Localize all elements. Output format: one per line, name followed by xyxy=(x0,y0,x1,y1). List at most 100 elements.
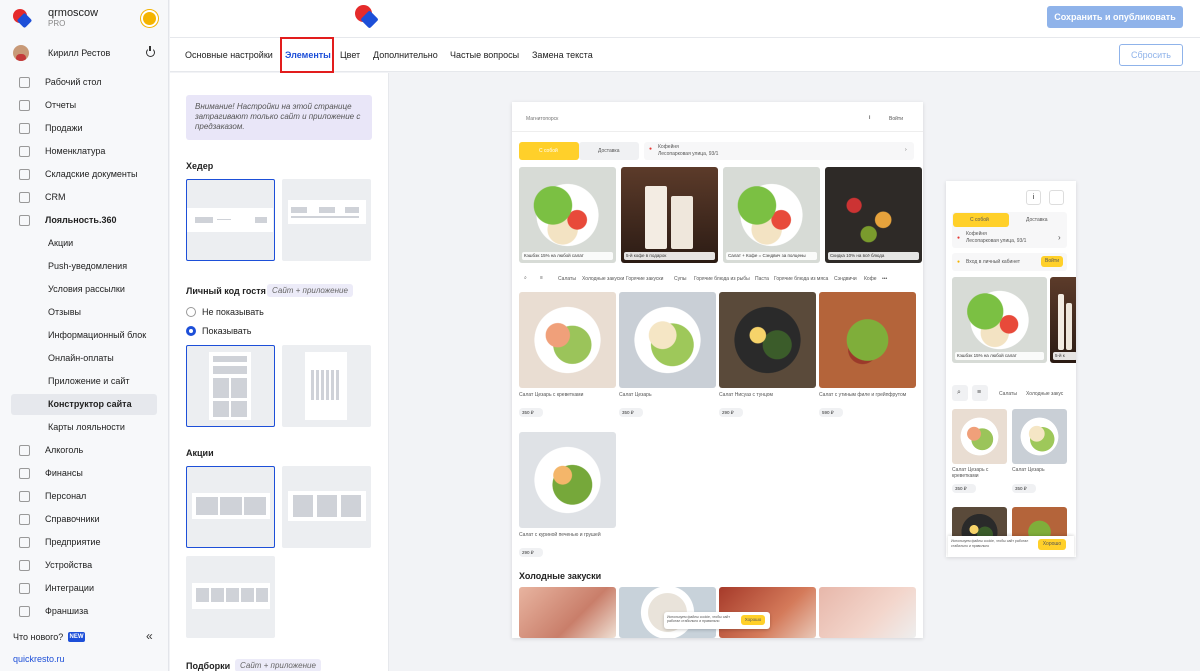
product-image[interactable] xyxy=(519,292,616,388)
sidebar-subitem-loyalty-cards[interactable]: Карты лояльности xyxy=(11,417,157,438)
header-option-2[interactable] xyxy=(282,179,371,261)
cart-icon xyxy=(19,123,30,134)
cookie-ok-button[interactable]: Хорошо xyxy=(1038,539,1066,550)
product-price[interactable]: 290 ₽ xyxy=(519,548,543,557)
sidebar-subitem-site-builder[interactable]: Конструктор сайта xyxy=(11,394,157,415)
promo-card[interactable]: Скидка 10% на всё блюда xyxy=(825,167,922,263)
sidebar-item-alcohol[interactable]: Алкоголь xyxy=(11,440,157,461)
promo-card[interactable]: 5-й кофе в подарок xyxy=(621,167,718,263)
header-option-logo xyxy=(291,207,307,213)
category-tab[interactable]: Холодные закуски xyxy=(582,276,624,282)
user-icon[interactable] xyxy=(1049,190,1064,205)
sidebar-item-label: Номенклатура xyxy=(45,146,106,156)
sidebar-item-sales[interactable]: Продажи xyxy=(11,118,157,139)
promos-option-2[interactable] xyxy=(282,466,371,548)
radio-hide[interactable] xyxy=(186,307,196,317)
mobile-login-button[interactable]: Войти xyxy=(1041,256,1063,267)
sidebar-item-nomenclature[interactable]: Номенклатура xyxy=(11,141,157,162)
category-tab[interactable]: Паста xyxy=(755,276,769,282)
product-price[interactable]: 350 ₽ xyxy=(619,408,643,417)
category-tab[interactable]: Холодные закус xyxy=(1026,391,1063,397)
sidebar-subitem-promos[interactable]: Акции xyxy=(11,233,157,254)
reset-button[interactable]: Сбросить xyxy=(1119,44,1183,66)
sidebar-item-warehouse[interactable]: Складские документы xyxy=(11,164,157,185)
tab-additional[interactable]: Дополнительно xyxy=(373,50,438,60)
sidebar-item-franchise[interactable]: Франшиза xyxy=(11,601,157,622)
whats-new-link[interactable]: Что нового? xyxy=(13,632,63,642)
guest-code-option-2[interactable] xyxy=(282,345,371,427)
category-tab[interactable]: Горячие блюда из мяса xyxy=(774,276,828,282)
promo-card[interactable]: Кэшбэк 15% на любой салат xyxy=(952,277,1047,363)
sidebar-item-label: Конструктор сайта xyxy=(48,399,132,409)
search-icon[interactable]: ⌕ xyxy=(524,275,527,281)
product-price[interactable]: 590 ₽ xyxy=(819,408,843,417)
product-image[interactable] xyxy=(1012,409,1067,464)
tab-text-replace[interactable]: Замена текста xyxy=(532,50,593,60)
sidebar-item-desktop[interactable]: Рабочий стол xyxy=(11,72,157,93)
tab-color[interactable]: Цвет xyxy=(340,50,360,60)
promo-card[interactable]: 5-й к xyxy=(1050,277,1076,363)
sidebar-subitem-infoblock[interactable]: Информационный блок xyxy=(11,325,157,346)
product-image[interactable] xyxy=(819,292,916,388)
product-price[interactable]: 350 ₽ xyxy=(952,484,976,493)
product-image[interactable] xyxy=(719,292,816,388)
sidebar-item-finance[interactable]: Финансы xyxy=(11,463,157,484)
mobile-tab-delivery-label[interactable]: Доставка xyxy=(1026,217,1047,223)
category-tab[interactable]: Супы xyxy=(674,276,686,282)
product-image[interactable] xyxy=(952,409,1007,464)
sidebar-item-loyalty[interactable]: Лояльность.360 xyxy=(11,210,157,231)
promo-card[interactable]: Салат + Кофе = Сэндвич за полцены xyxy=(723,167,820,263)
category-tab[interactable]: Салаты xyxy=(999,391,1017,397)
product-image[interactable] xyxy=(619,292,716,388)
info-icon[interactable]: i xyxy=(1026,190,1041,205)
power-icon[interactable] xyxy=(146,46,155,57)
mobile-place-address: Лесопарковая улица, 93/1 xyxy=(966,238,1027,244)
category-tab[interactable]: Кофе xyxy=(864,276,877,282)
sidebar-item-enterprise[interactable]: Предприятие xyxy=(11,532,157,553)
book-icon xyxy=(19,514,30,525)
sidebar-subitem-app-site[interactable]: Приложение и сайт xyxy=(11,371,157,392)
radio-show[interactable] xyxy=(186,326,196,336)
category-tab[interactable]: Горячие блюда из рыбы xyxy=(694,276,750,282)
filter-icon[interactable]: ≡ xyxy=(540,275,543,281)
sidebar-item-staff[interactable]: Персонал xyxy=(11,486,157,507)
sidebar-item-directories[interactable]: Справочники xyxy=(11,509,157,530)
glass-icon xyxy=(19,445,30,456)
cookie-ok-button[interactable]: Хорошо xyxy=(741,615,765,625)
sidebar-item-integrations[interactable]: Интеграции xyxy=(11,578,157,599)
promos-option-card xyxy=(220,497,242,515)
sidebar-item-reports[interactable]: Отчеты xyxy=(11,95,157,116)
product-price[interactable]: 350 ₽ xyxy=(1012,484,1036,493)
product-image[interactable] xyxy=(819,587,916,638)
footer-link[interactable]: quickresto.ru xyxy=(13,654,65,664)
product-price[interactable]: 350 ₽ xyxy=(519,408,543,417)
category-tab[interactable]: Горячие закуски xyxy=(626,276,663,282)
product-price[interactable]: 290 ₽ xyxy=(719,408,743,417)
info-icon[interactable]: i xyxy=(869,115,870,121)
theme-toggle-icon[interactable] xyxy=(143,12,156,25)
guest-code-option-1[interactable] xyxy=(186,345,275,427)
sidebar-subitem-online-pay[interactable]: Онлайн-оплаты xyxy=(11,348,157,369)
sidebar-item-devices[interactable]: Устройства xyxy=(11,555,157,576)
sidebar-subitem-reviews[interactable]: Отзывы xyxy=(11,302,157,323)
promo-card[interactable]: Кэшбэк 15% на любой салат xyxy=(519,167,616,263)
product-image[interactable] xyxy=(519,432,616,528)
collapse-sidebar-icon[interactable]: « xyxy=(146,629,153,643)
product-image[interactable] xyxy=(519,587,616,638)
promos-option-3[interactable] xyxy=(186,556,275,638)
tab-basic-settings[interactable]: Основные настройки xyxy=(185,50,273,60)
category-tab[interactable]: Сэндвичи xyxy=(834,276,857,282)
sidebar-item-label: Приложение и сайт xyxy=(48,376,130,386)
desktop-login[interactable]: Войти xyxy=(889,116,903,122)
sidebar-subitem-push[interactable]: Push-уведомления xyxy=(11,256,157,277)
sidebar-item-crm[interactable]: CRM xyxy=(11,187,157,208)
promos-option-1[interactable] xyxy=(186,466,275,548)
category-tab[interactable]: Салаты xyxy=(558,276,576,282)
user-profile[interactable]: Кирилл Рестов xyxy=(0,42,169,64)
save-publish-button[interactable]: Сохранить и опубликовать xyxy=(1047,6,1183,28)
sidebar-subitem-mailing[interactable]: Условия рассылки xyxy=(11,279,157,300)
header-option-1[interactable] xyxy=(186,179,275,261)
more-icon[interactable]: ••• xyxy=(882,276,887,282)
mobile-login-text: Вход в личный кабинет xyxy=(966,259,1020,265)
tab-faq[interactable]: Частые вопросы xyxy=(450,50,519,60)
